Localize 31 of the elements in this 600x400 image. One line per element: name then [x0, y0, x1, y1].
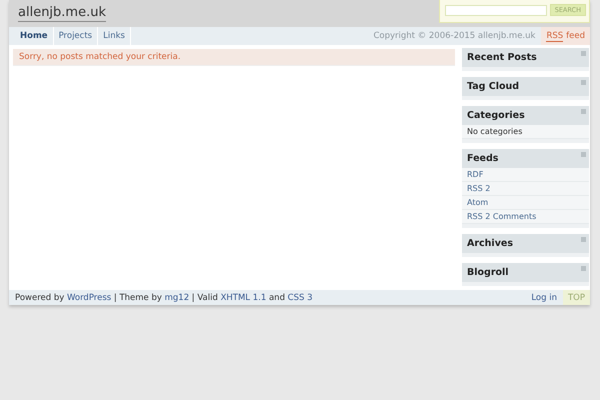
- widget-text: No categories: [462, 125, 589, 139]
- widget-title: Feeds: [462, 149, 589, 168]
- nav-tab[interactable]: Home: [15, 27, 54, 45]
- feed-link[interactable]: RSS 2 Comments: [462, 210, 589, 224]
- footer-link[interactable]: mg12: [164, 292, 190, 302]
- feed-link[interactable]: Atom: [462, 196, 589, 210]
- widget-title: Blogroll: [462, 263, 589, 282]
- widget-title: Archives: [462, 234, 589, 253]
- no-posts-notice: Sorry, no posts matched your criteria.: [13, 49, 455, 66]
- feed-link[interactable]: RDF: [462, 168, 589, 182]
- square-icon: [581, 152, 586, 157]
- widget-title: Categories: [462, 106, 589, 125]
- site-title[interactable]: allenjb.me.uk: [18, 6, 106, 22]
- footer-link[interactable]: CSS 3: [288, 292, 313, 302]
- footer-link[interactable]: XHTML 1.1: [220, 292, 266, 302]
- square-icon: [581, 51, 586, 56]
- square-icon: [581, 80, 586, 85]
- login-link[interactable]: Log in: [525, 290, 563, 305]
- footer-link[interactable]: WordPress: [66, 292, 112, 302]
- square-icon: [581, 109, 586, 114]
- square-icon: [581, 266, 586, 271]
- rss-feed-link[interactable]: RSS feed: [541, 27, 590, 45]
- search-field[interactable]: [444, 4, 547, 16]
- footer-credits: Powered by WordPress | Theme by mg12 | Valid XHTML 1.1 and CSS 3: [15, 292, 313, 304]
- copyright-text: Copyright © 2006-2015 allenjb.me.uk: [373, 30, 536, 43]
- square-icon: [581, 237, 586, 242]
- nav-tab[interactable]: Projects: [54, 27, 98, 45]
- feed-link[interactable]: RSS 2: [462, 182, 589, 196]
- widget-title: Tag Cloud: [462, 77, 589, 96]
- nav-tab[interactable]: Links: [98, 27, 131, 45]
- widget-title: Recent Posts: [462, 48, 589, 67]
